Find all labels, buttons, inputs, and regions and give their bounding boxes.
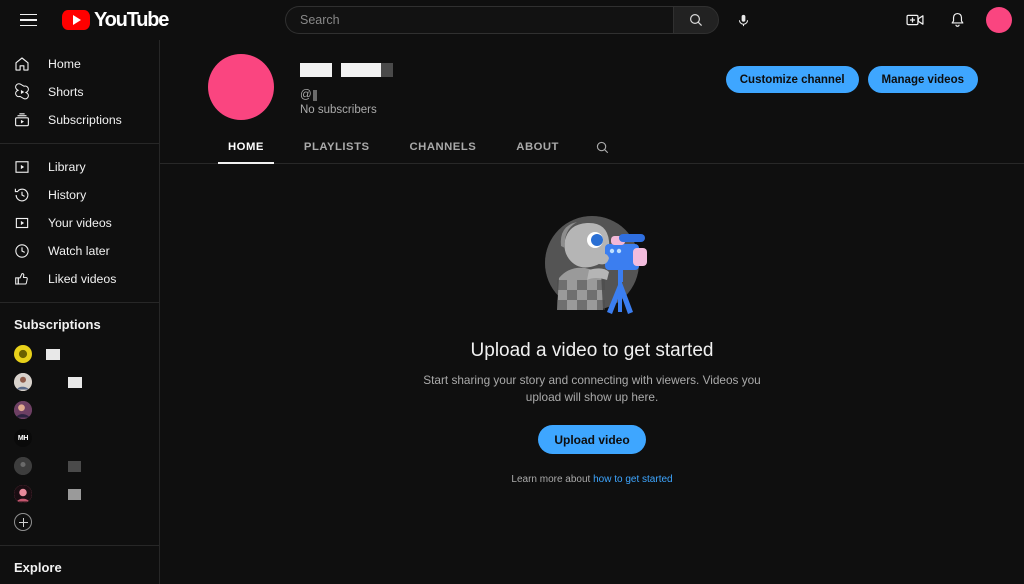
hamburger-menu-icon[interactable] [8,0,48,40]
manage-videos-button[interactable]: Manage videos [867,66,978,93]
sidebar-item-library[interactable]: Library [0,153,159,181]
sidebar-subscriptions-list: MH [0,340,159,536]
top-navigation-bar: YouTube [0,0,1024,40]
upload-video-button[interactable]: Upload video [538,425,646,455]
sidebar-label: Liked videos [48,272,117,286]
avatar [14,373,32,391]
watch-later-icon [12,241,32,261]
redacted-name-block [300,63,332,77]
channel-meta: @ No subscribers [300,54,393,116]
sidebar-label: Your videos [48,216,112,230]
learn-more-text: Learn more about how to get started [511,474,672,485]
redacted-channel-name [68,376,82,388]
youtube-logo[interactable]: YouTube [62,8,169,32]
sidebar-divider [0,545,159,546]
youtube-logo-text: YouTube [94,8,169,31]
sidebar-item-liked-videos[interactable]: Liked videos [0,265,159,293]
sidebar-label: Subscriptions [48,113,122,127]
sidebar-divider [0,302,159,303]
channel-search-button[interactable] [579,132,626,162]
channel-avatar[interactable] [208,54,274,120]
empty-state-subtitle: Start sharing your story and connecting … [423,373,761,405]
sidebar-section-subscriptions-title: Subscriptions [14,317,101,332]
sidebar-item-home[interactable]: Home [0,50,159,78]
channel-handle: @ [300,89,393,101]
topbar-right-actions [902,0,1012,40]
handle-prefix: @ [300,89,312,101]
redacted-channel-name [46,348,60,360]
sidebar-label: Home [48,57,81,71]
search-submit-button[interactable] [673,6,719,34]
list-item[interactable]: MH [0,424,159,452]
search-input[interactable] [300,13,673,27]
redacted-channel-name [68,488,81,500]
tab-playlists[interactable]: PLAYLISTS [284,132,390,162]
sidebar-item-subscriptions[interactable]: Subscriptions [0,106,159,134]
voice-search-button[interactable] [729,6,757,34]
liked-videos-icon [12,269,32,289]
plus-circle-icon [14,513,32,531]
subscriptions-icon [12,110,32,130]
microphone-icon [738,14,748,26]
sidebar-navigation[interactable]: Home Shorts Subscriptions Library Histor… [0,40,160,584]
learn-more-prefix: Learn more about [511,474,594,486]
person-with-video-camera-illustration [545,216,647,314]
sidebar-item-shorts[interactable]: Shorts [0,78,159,106]
tabs-divider [160,163,1024,164]
empty-state-title: Upload a video to get started [470,340,714,361]
subscriber-count: No subscribers [300,104,377,116]
sidebar-label: Watch later [48,244,110,258]
youtube-play-icon [62,10,90,30]
channel-tabs: HOME PLAYLISTS CHANNELS ABOUT [160,132,1024,164]
avatar: MH [14,429,32,447]
sidebar-label: History [48,188,87,202]
tab-channels[interactable]: CHANNELS [390,132,497,162]
sidebar-item-history[interactable]: History [0,181,159,209]
sidebar-item-watch-later[interactable]: Watch later [0,237,159,265]
home-icon [12,54,32,74]
avatar [14,457,32,475]
redacted-channel-name [68,460,81,472]
customize-channel-button[interactable]: Customize channel [725,66,859,93]
history-icon [12,185,32,205]
sidebar-item-your-videos[interactable]: Your videos [0,209,159,237]
notifications-button[interactable] [944,7,970,33]
redacted-name-block [341,63,393,77]
sidebar-divider [0,143,159,144]
library-icon [12,157,32,177]
create-video-button[interactable] [902,7,928,33]
list-item[interactable] [0,340,159,368]
avatar [14,345,32,363]
channel-header: @ No subscribers Customize channel Manag… [160,40,1024,120]
main-content: @ No subscribers Customize channel Manag… [160,40,1024,584]
search-area [285,6,757,34]
empty-state: Upload a video to get started Start shar… [160,164,1024,485]
tab-about[interactable]: ABOUT [496,132,579,162]
list-item[interactable] [0,452,159,480]
sidebar-section-explore-title: Explore [14,560,62,575]
search-icon [690,14,703,27]
redacted-handle-block [312,89,317,101]
list-item[interactable] [0,368,159,396]
how-to-get-started-link[interactable]: how to get started [593,474,673,485]
list-item[interactable] [0,480,159,508]
add-channel-button[interactable] [0,508,159,536]
sidebar-label: Library [48,160,86,174]
channel-action-buttons: Customize channel Manage videos [725,66,978,93]
notifications-bell-icon [951,12,963,27]
search-box[interactable] [285,6,673,34]
your-videos-icon [12,213,32,233]
account-avatar[interactable] [986,7,1012,33]
avatar [14,485,32,503]
channel-tabs-wrapper: HOME PLAYLISTS CHANNELS ABOUT [160,132,1024,164]
tab-home[interactable]: HOME [208,132,284,164]
list-item[interactable] [0,396,159,424]
sidebar-label: Shorts [48,85,84,99]
channel-name [300,62,393,78]
avatar [14,401,32,419]
search-icon [596,141,609,153]
shorts-icon [12,82,32,102]
create-video-icon [906,14,924,26]
